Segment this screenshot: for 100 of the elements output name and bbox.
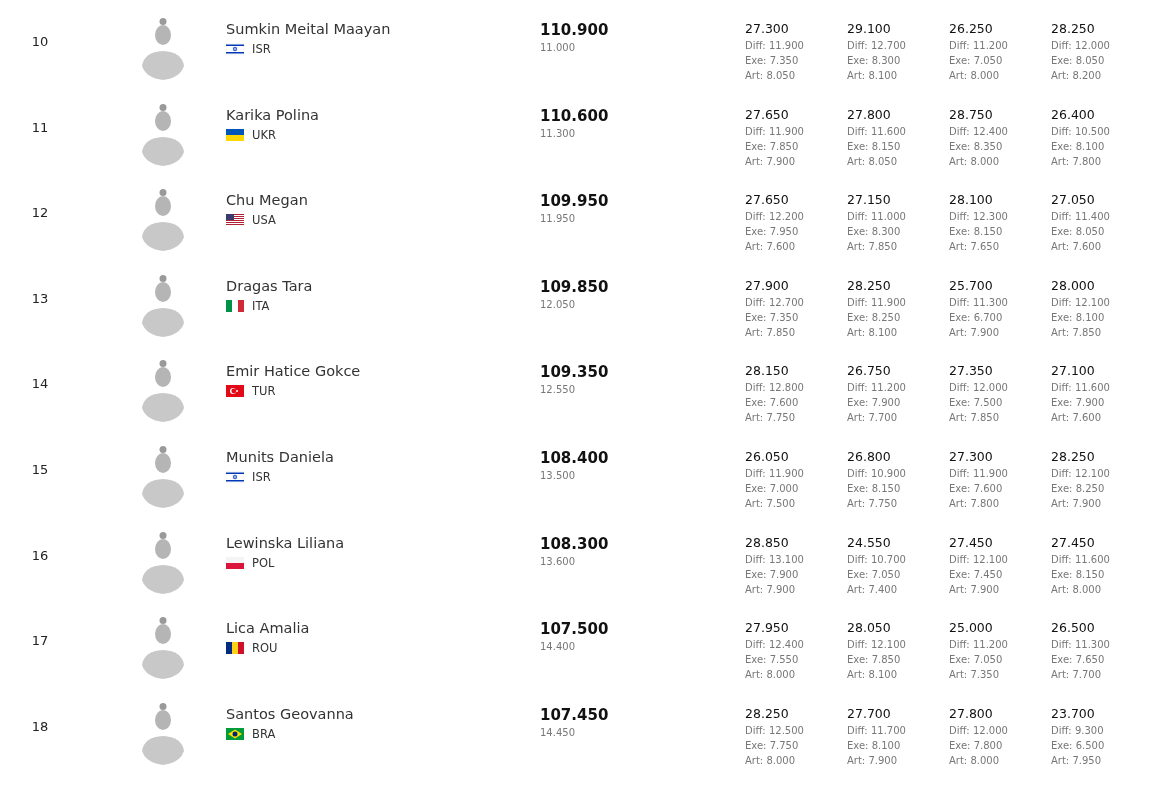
execution-score: Exe: 8.350 xyxy=(949,139,1004,154)
execution-score: Exe: 8.150 xyxy=(949,225,1004,240)
difficulty-score: Diff: 11.600 xyxy=(1051,552,1111,567)
artistry-score: Art: 8.000 xyxy=(745,753,797,768)
apparatus-score: 28.000 xyxy=(1051,277,1096,293)
execution-score: Exe: 7.750 xyxy=(745,738,800,753)
difficulty-score: Diff: 9.300 xyxy=(1051,723,1105,738)
apparatus-score: 28.250 xyxy=(1051,448,1096,464)
rank: 15 xyxy=(30,461,50,477)
artistry-score: Art: 7.850 xyxy=(1051,325,1103,340)
difficulty-score: Diff: 13.100 xyxy=(745,552,805,567)
difficulty-score: Diff: 11.900 xyxy=(745,124,805,139)
total-score: 109.950 xyxy=(540,192,610,211)
total-score: 107.450 xyxy=(540,705,610,724)
execution-score: Exe: 7.550 xyxy=(745,653,800,668)
apparatus-score: 27.700 xyxy=(847,705,892,721)
athlete-silhouette xyxy=(140,18,186,80)
apparatus-score: 28.750 xyxy=(949,106,994,122)
athlete-name: Sumkin Meital Maayan xyxy=(226,21,392,37)
difficulty-score: Diff: 12.200 xyxy=(745,210,805,225)
apparatus-score: 27.650 xyxy=(745,192,790,208)
difficulty-score: Diff: 10.500 xyxy=(1051,124,1111,139)
apparatus-score: 25.000 xyxy=(949,620,994,636)
apparatus-score: 29.100 xyxy=(847,21,892,36)
artistry-score: Art: 7.650 xyxy=(949,240,1001,255)
artistry-score: Art: 7.750 xyxy=(847,496,899,511)
country-code: POL xyxy=(252,555,275,570)
rank: 16 xyxy=(30,547,50,563)
score-gap: 14.450 xyxy=(540,726,576,738)
difficulty-score: Diff: 12.700 xyxy=(847,39,907,53)
apparatus-score: 27.050 xyxy=(1051,192,1096,208)
rank: 14 xyxy=(30,376,50,392)
artistry-score: Art: 7.600 xyxy=(1051,240,1103,255)
apparatus-score: 27.350 xyxy=(949,363,994,379)
difficulty-score: Diff: 11.300 xyxy=(949,295,1009,310)
total-score: 107.500 xyxy=(540,620,610,639)
score-gap: 12.550 xyxy=(540,384,576,396)
apparatus-score: 26.750 xyxy=(847,363,892,379)
athlete-silhouette xyxy=(140,189,186,252)
difficulty-score: Diff: 11.300 xyxy=(1051,638,1111,653)
apparatus-score: 24.550 xyxy=(847,534,892,550)
execution-score: Exe: 7.950 xyxy=(745,225,800,240)
execution-score: Exe: 6.500 xyxy=(1051,738,1106,753)
artistry-score: Art: 7.400 xyxy=(847,582,899,597)
execution-score: Exe: 8.300 xyxy=(847,225,902,240)
difficulty-score: Diff: 12.000 xyxy=(949,381,1009,396)
execution-score: Exe: 7.600 xyxy=(745,396,800,411)
execution-score: Exe: 8.050 xyxy=(1051,225,1106,240)
athlete-name: Lica Amalia xyxy=(226,620,311,637)
country-code: BRA xyxy=(252,726,276,741)
execution-score: Exe: 8.250 xyxy=(1051,481,1106,496)
apparatus-score: 27.450 xyxy=(1051,534,1096,550)
artistry-score: Art: 8.000 xyxy=(745,668,797,683)
apparatus-score: 27.150 xyxy=(847,192,892,208)
apparatus-score: 26.800 xyxy=(847,448,892,464)
flag-icon xyxy=(226,299,244,312)
difficulty-score: Diff: 12.500 xyxy=(745,723,805,738)
difficulty-score: Diff: 12.100 xyxy=(1051,466,1111,481)
difficulty-score: Diff: 11.700 xyxy=(847,723,907,738)
flag-icon xyxy=(226,43,244,55)
apparatus-score: 26.250 xyxy=(949,21,994,36)
athlete-silhouette xyxy=(140,445,186,508)
execution-score: Exe: 8.100 xyxy=(1051,139,1106,154)
artistry-score: Art: 7.950 xyxy=(1051,753,1103,768)
artistry-score: Art: 8.000 xyxy=(949,69,1001,83)
athlete-name: Dragas Tara xyxy=(226,277,314,294)
difficulty-score: Diff: 11.900 xyxy=(847,295,907,310)
total-score: 110.600 xyxy=(540,106,610,125)
difficulty-score: Diff: 11.900 xyxy=(949,466,1009,481)
country-code: ISR xyxy=(252,42,271,56)
country-code: ISR xyxy=(252,469,271,484)
execution-score: Exe: 8.100 xyxy=(847,738,902,753)
artistry-score: Art: 7.600 xyxy=(1051,411,1103,426)
execution-score: Exe: 8.100 xyxy=(1051,310,1106,325)
execution-score: Exe: 7.900 xyxy=(745,567,800,582)
apparatus-score: 27.900 xyxy=(745,277,790,293)
execution-score: Exe: 7.850 xyxy=(745,139,800,154)
apparatus-score: 28.250 xyxy=(847,277,892,293)
difficulty-score: Diff: 11.600 xyxy=(1051,381,1111,396)
rank: 12 xyxy=(30,205,50,221)
flag-icon xyxy=(226,727,244,740)
artistry-score: Art: 8.100 xyxy=(847,668,899,683)
athlete-name: Karika Polina xyxy=(226,106,320,123)
execution-score: Exe: 7.600 xyxy=(949,481,1004,496)
apparatus-score: 28.250 xyxy=(1051,21,1096,36)
difficulty-score: Diff: 12.000 xyxy=(1051,39,1111,53)
artistry-score: Art: 7.900 xyxy=(847,753,899,768)
execution-score: Exe: 7.350 xyxy=(745,310,800,325)
athlete-silhouette xyxy=(140,360,186,423)
artistry-score: Art: 8.050 xyxy=(745,69,797,83)
difficulty-score: Diff: 12.300 xyxy=(949,210,1009,225)
execution-score: Exe: 8.300 xyxy=(847,54,902,68)
execution-score: Exe: 7.350 xyxy=(745,54,800,68)
rank: 13 xyxy=(30,290,50,306)
score-gap: 11.300 xyxy=(540,127,576,139)
country-code: ROU xyxy=(252,641,278,656)
apparatus-score: 26.500 xyxy=(1051,620,1096,636)
execution-score: Exe: 7.500 xyxy=(949,396,1004,411)
difficulty-score: Diff: 10.900 xyxy=(847,466,907,481)
artistry-score: Art: 7.600 xyxy=(745,240,797,255)
